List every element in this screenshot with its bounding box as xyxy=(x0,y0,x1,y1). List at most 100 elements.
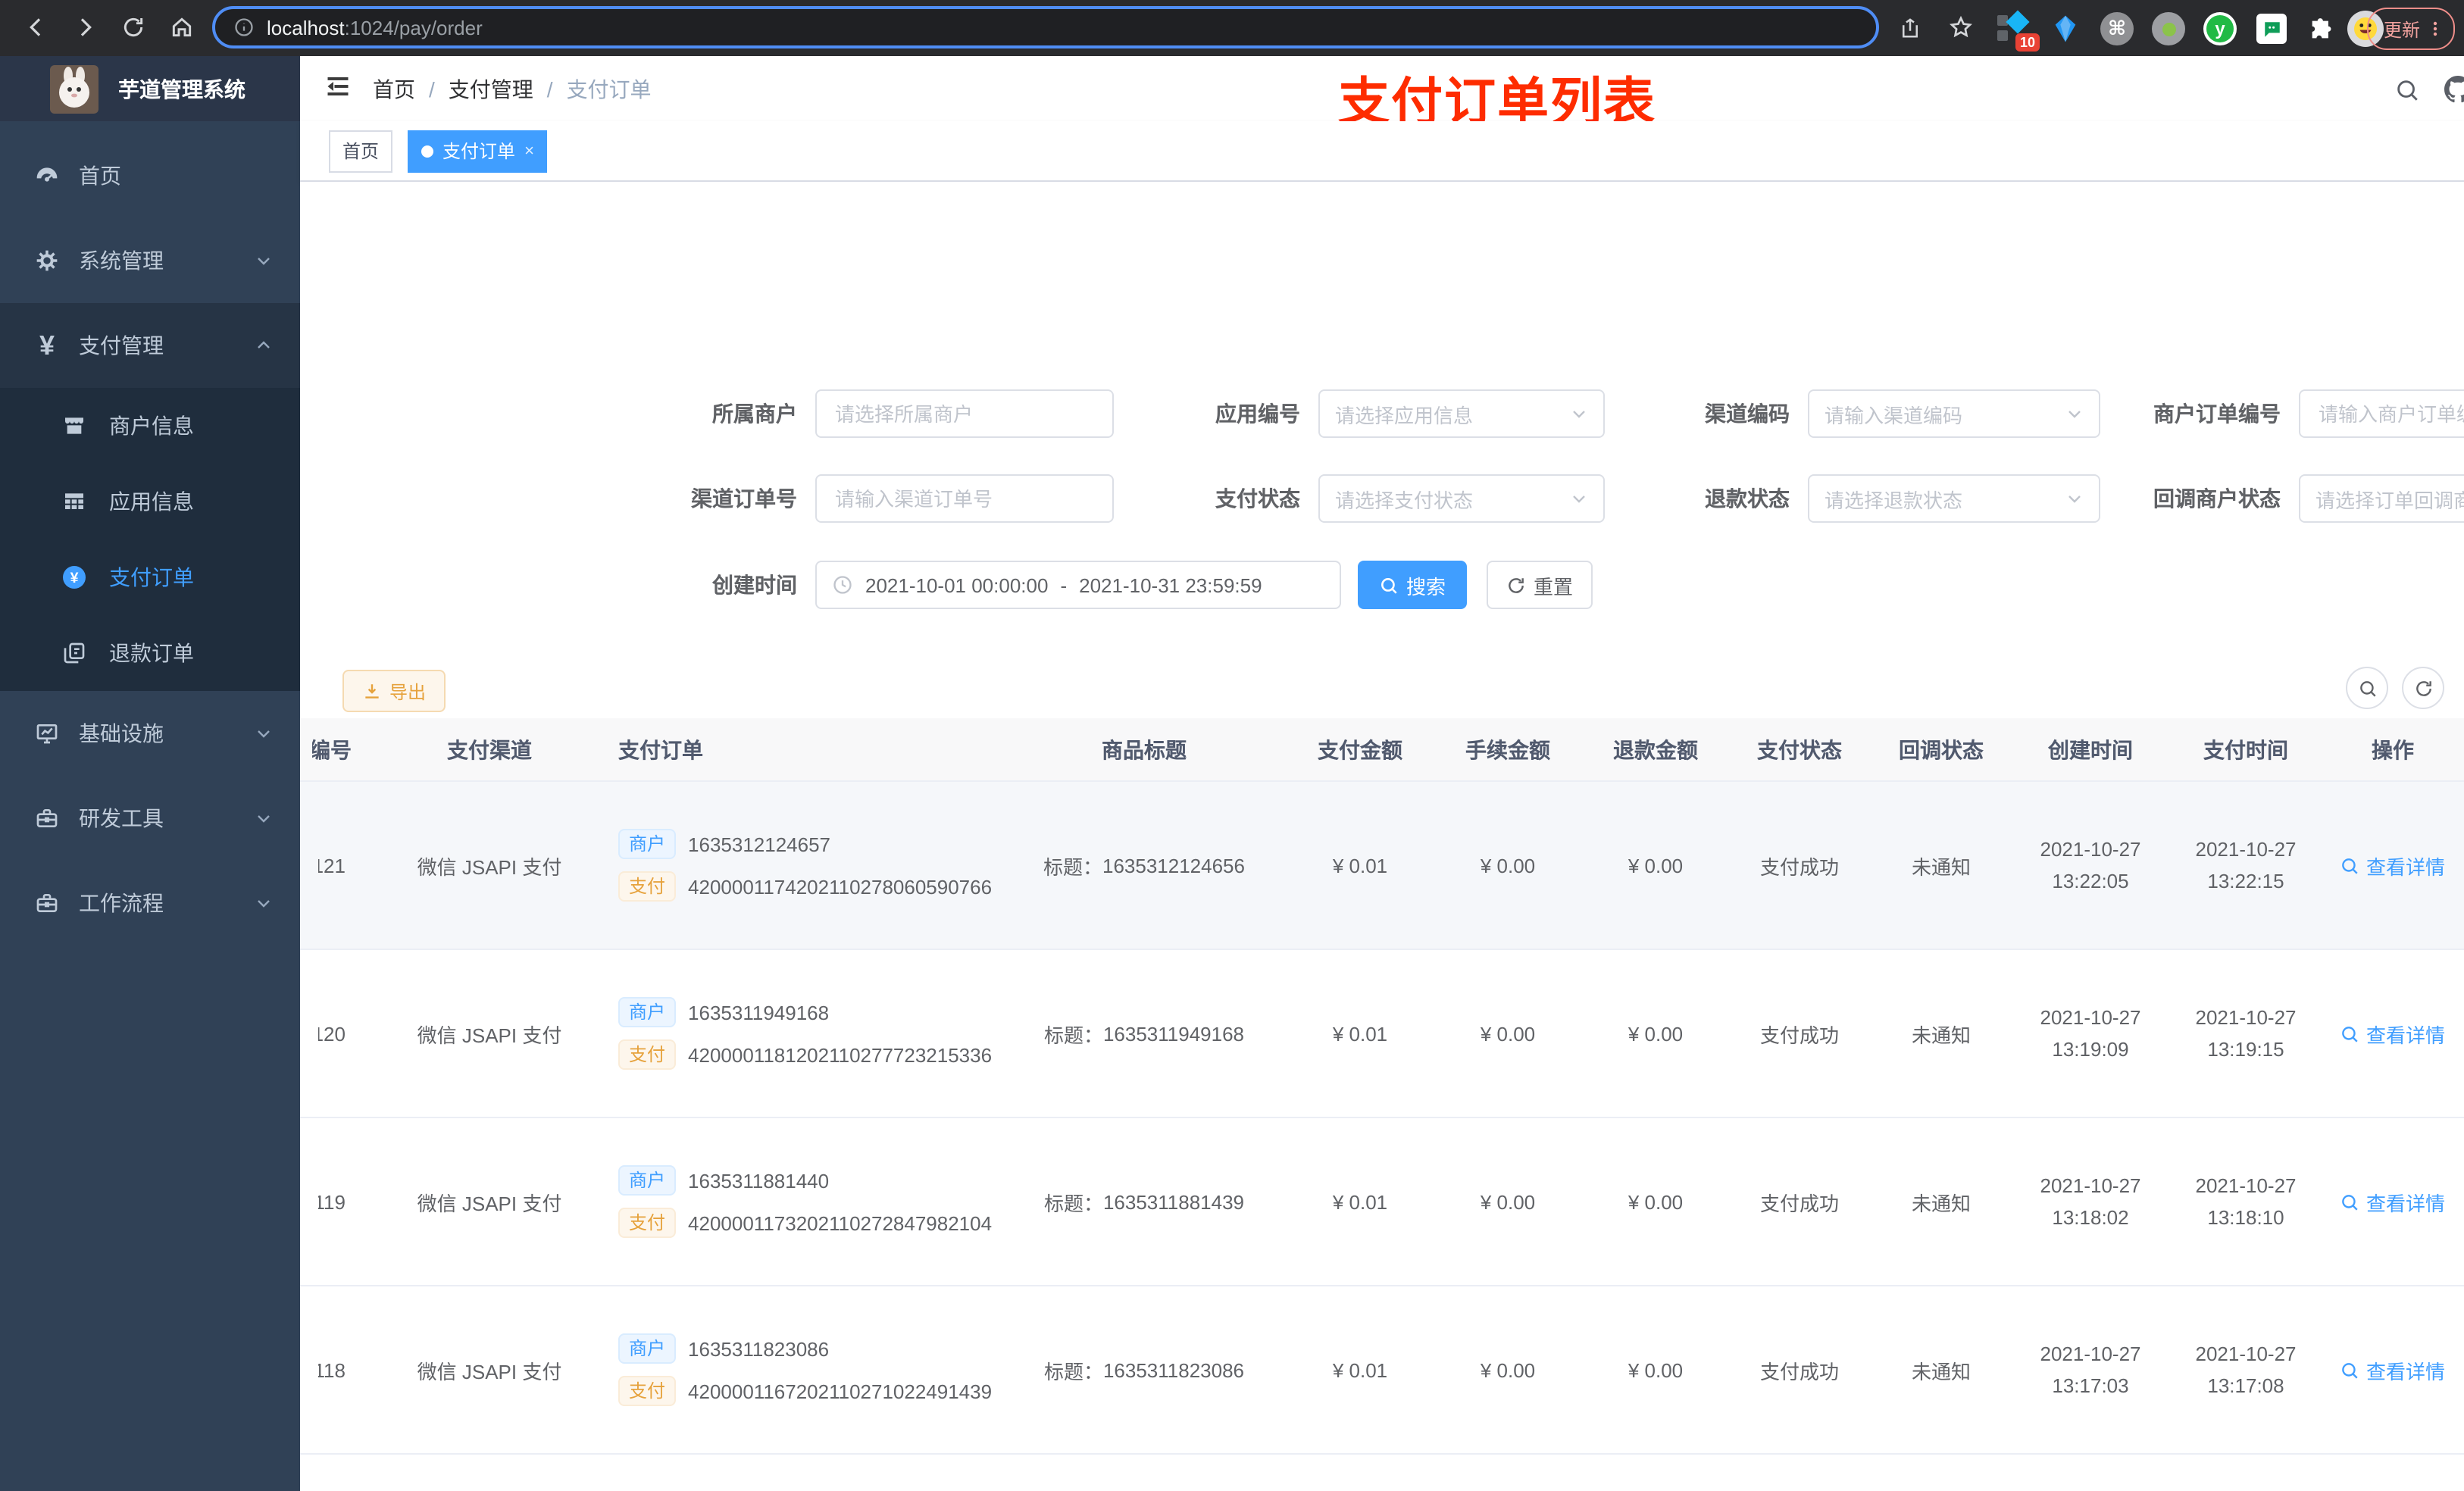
tag-0[interactable]: 首页 xyxy=(329,130,393,172)
extension-gem-icon[interactable] xyxy=(2046,9,2085,48)
cell-status: 支付成功 xyxy=(1759,1360,1839,1383)
extension-chat-icon[interactable] xyxy=(2252,9,2291,48)
tag-label: 支付订单 xyxy=(442,141,516,162)
pay-badge: 支付 xyxy=(618,1376,677,1406)
extension-diamond-icon[interactable]: 10 xyxy=(1994,9,2040,52)
cell-created: 2021-10-27 13:22:05 xyxy=(2040,838,2141,892)
sidebar-item-2[interactable]: ¥ 支付管理 xyxy=(0,303,300,388)
cell-refund: ¥ 0.00 xyxy=(1628,1022,1684,1045)
bookmark-star-icon[interactable] xyxy=(1943,9,1979,45)
update-button[interactable]: 更新 xyxy=(2366,8,2455,50)
text-input[interactable] xyxy=(832,401,1097,427)
cell-action: 查看详情 xyxy=(2322,950,2464,1117)
cell-refund: ¥ 0.00 xyxy=(1628,1358,1684,1381)
cell-paid: 2021-10-27 13:17:08 xyxy=(2195,1343,2297,1397)
search-button[interactable]: 搜索 xyxy=(1358,561,1467,609)
search-button-label: 搜索 xyxy=(1406,575,1446,598)
refresh-table-button[interactable] xyxy=(2402,667,2444,709)
back-icon[interactable] xyxy=(18,9,55,45)
text-input[interactable] xyxy=(832,486,1097,511)
date-range-input[interactable]: 2021-10-01 00:00:00 - 2021-10-31 23:59:5… xyxy=(815,561,1341,609)
forward-icon[interactable] xyxy=(67,9,103,45)
column-header-10: 支付时间 xyxy=(2203,737,2288,761)
sidebar-item-4[interactable]: 应用信息 xyxy=(0,464,300,539)
view-details-link[interactable]: 查看详情 xyxy=(2340,1019,2445,1048)
filter-label-create-time: 创建时间 xyxy=(712,573,797,597)
sidebar-item-1[interactable]: 系统管理 xyxy=(0,218,300,303)
sidebar-item-label: 应用信息 xyxy=(109,489,194,514)
sidebar-item-7[interactable]: 基础设施 xyxy=(0,691,300,776)
cell-refund: ¥ 0.00 xyxy=(1628,1190,1684,1213)
home-icon[interactable] xyxy=(164,9,200,45)
reset-button[interactable]: 重置 xyxy=(1487,561,1593,609)
view-details-label: 查看详情 xyxy=(2366,1360,2445,1383)
sidebar-item-5[interactable]: ¥ 支付订单 xyxy=(0,539,300,615)
kebab-menu-icon xyxy=(2433,21,2437,36)
filter-input-4[interactable] xyxy=(815,474,1114,523)
merchant-order-no: 1635311949168 xyxy=(688,1001,830,1024)
chevron-down-icon xyxy=(255,809,273,827)
chevron-up-icon xyxy=(255,336,273,355)
pay-order-no: 4200001167202110271022491439 xyxy=(688,1380,993,1402)
date-end-value: 2021-10-31 23:59:59 xyxy=(1079,574,1262,596)
gauge-icon xyxy=(33,164,61,188)
extension-y-icon[interactable]: y xyxy=(2200,9,2240,48)
close-icon[interactable]: × xyxy=(524,142,534,160)
title-value: 1635311881439 xyxy=(1102,1190,1245,1213)
filter-input-3[interactable] xyxy=(2299,389,2464,438)
screen: localhost:1024/pay/order 10 ⌘ y 更新 芋道管理… xyxy=(0,0,2464,1491)
magnifier-icon xyxy=(2340,1192,2360,1211)
app-logo-row[interactable]: 芋道管理系统 xyxy=(0,56,300,121)
pay-badge: 支付 xyxy=(618,871,677,902)
reload-icon[interactable] xyxy=(115,9,152,45)
filter-label-5: 支付状态 xyxy=(1215,486,1300,511)
cell-id: 120 xyxy=(318,1022,346,1045)
sidebar-item-3[interactable]: 商户信息 xyxy=(0,388,300,464)
title-prefix: 标题： xyxy=(1043,1192,1103,1214)
cell-paid: 2021-10-27 13:19:15 xyxy=(2195,1006,2297,1061)
view-details-link[interactable]: 查看详情 xyxy=(2340,1355,2445,1384)
cell-created: 2021-10-2713:11:08 xyxy=(2011,1455,2170,1491)
grid-icon xyxy=(61,489,88,514)
share-icon[interactable] xyxy=(1891,9,1928,45)
toolbox-icon xyxy=(33,891,61,915)
search-icon[interactable] xyxy=(2388,71,2425,108)
address-bar[interactable]: localhost:1024/pay/order xyxy=(212,6,1879,48)
filter-select-7[interactable]: 请选择订单回调商户状态 xyxy=(2299,474,2464,523)
sidebar-item-label: 支付订单 xyxy=(109,565,194,589)
column-header-0: 编号 xyxy=(312,737,352,761)
show-search-toggle-button[interactable] xyxy=(2346,667,2388,709)
info-icon[interactable] xyxy=(233,17,255,38)
url-path: :1024/pay/order xyxy=(344,16,483,39)
view-details-link[interactable]: 查看详情 xyxy=(2340,1187,2445,1216)
sidebar-item-0[interactable]: 首页 xyxy=(0,133,300,218)
extensions-puzzle-icon[interactable] xyxy=(2300,9,2340,48)
extension-command-icon[interactable]: ⌘ xyxy=(2097,9,2137,48)
merchant-order-no: 1635312124657 xyxy=(688,833,831,855)
cell-paid: 2021-10-27 13:22:15 xyxy=(2195,838,2297,892)
text-input[interactable] xyxy=(2315,401,2464,427)
cell-paid: 2021-10-27 13:18:10 xyxy=(2195,1174,2297,1229)
sidebar-item-label: 研发工具 xyxy=(79,806,164,830)
cell-order-numbers: 商户 1635311949168 支付 42000011812021102777232… xyxy=(603,950,1000,1117)
breadcrumb-item[interactable]: 支付管理 xyxy=(449,74,533,105)
breadcrumb-item[interactable]: 首页 xyxy=(373,74,415,105)
cell-notify: 未通知 xyxy=(1911,1024,1971,1046)
hamburger-icon[interactable] xyxy=(324,73,352,100)
merchant-badge: 商户 xyxy=(618,829,677,859)
extension-record-icon[interactable] xyxy=(2149,9,2188,48)
sidebar-item-6[interactable]: 退款订单 xyxy=(0,615,300,691)
chevron-down-icon xyxy=(1570,405,1588,423)
chevron-down-icon xyxy=(255,252,273,270)
view-details-link[interactable]: 查看详情 xyxy=(2340,851,2445,880)
sidebar-item-9[interactable]: 工作流程 xyxy=(0,861,300,946)
filter-select-5[interactable]: 请选择支付状态 xyxy=(1318,474,1605,523)
filter-select-1[interactable]: 请选择应用信息 xyxy=(1318,389,1605,438)
sidebar-item-label: 系统管理 xyxy=(79,248,164,273)
sidebar-item-8[interactable]: 研发工具 xyxy=(0,776,300,861)
github-icon[interactable] xyxy=(2440,71,2464,108)
tag-1[interactable]: 支付订单 × xyxy=(408,130,548,172)
export-button[interactable]: 导出 xyxy=(342,670,446,712)
yen-circle-icon: ¥ xyxy=(61,564,88,591)
filter-input-0[interactable] xyxy=(815,389,1114,438)
